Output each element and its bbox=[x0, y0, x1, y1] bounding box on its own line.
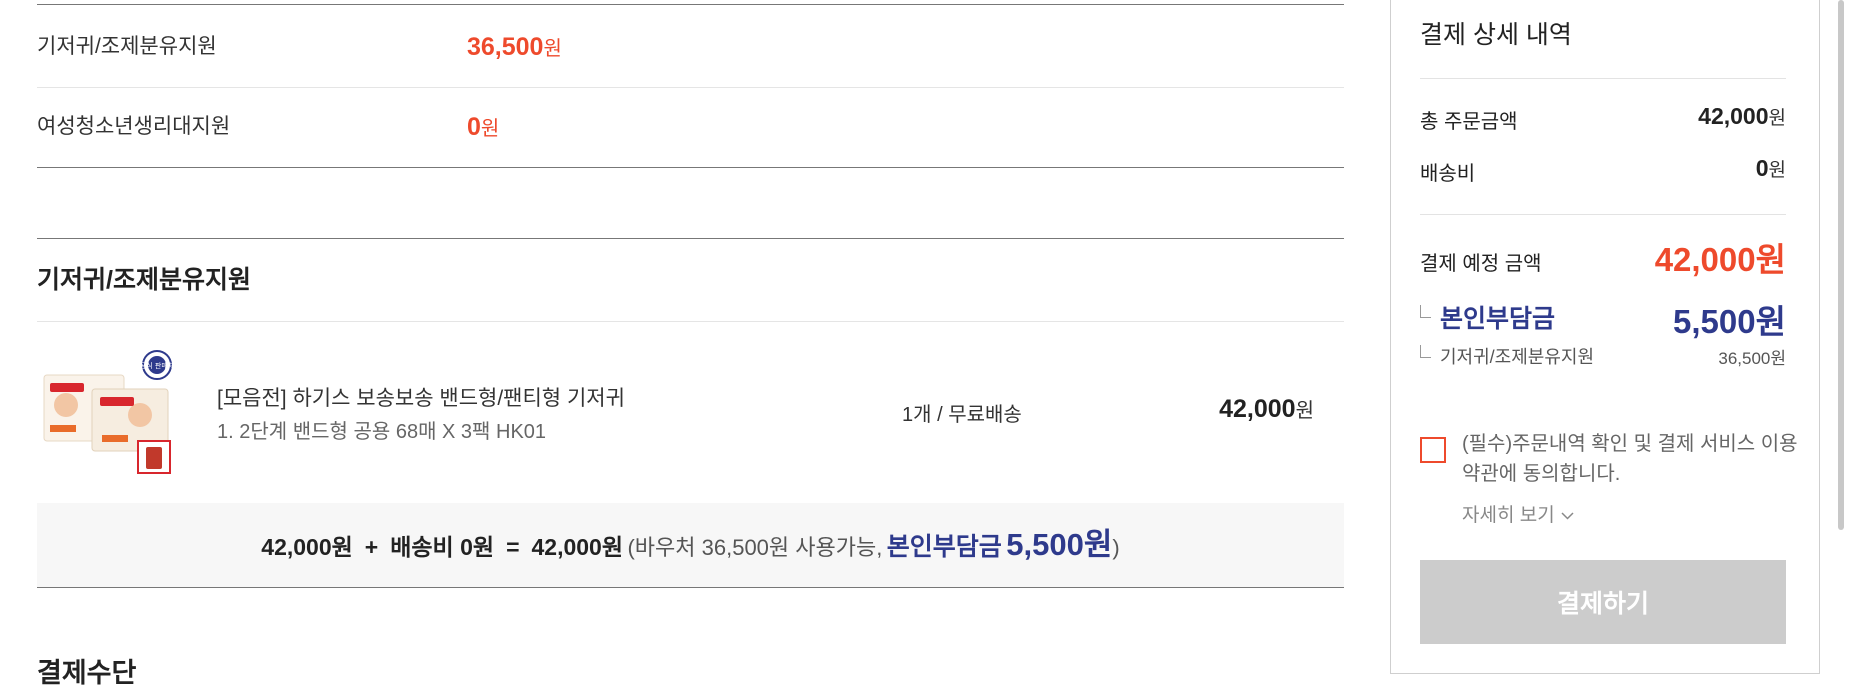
terms-detail-label: 자세히 보기 bbox=[1462, 505, 1555, 526]
order-total-label: 총 주문금액 bbox=[1420, 111, 1518, 133]
panel-title: 결제 상세 내역 bbox=[1420, 21, 1572, 49]
voucher-note: (바우처 36,500원 사용가능, bbox=[627, 535, 883, 560]
scrollbar[interactable] bbox=[1838, 0, 1844, 530]
order-content: 기저귀/조제분유지원 36,500원 여성청소년생리대지원 0원 기저귀/조제분… bbox=[37, 0, 1344, 687]
self-pay-row: 본인부담금 5,500원 bbox=[1420, 295, 1786, 340]
product-price: 42,000원 bbox=[1219, 395, 1314, 423]
divider bbox=[37, 167, 1344, 168]
support-breakdown-value: 36,500원 bbox=[1718, 349, 1786, 368]
divider bbox=[37, 4, 1344, 5]
self-pay-value: 5,500원 bbox=[1673, 303, 1786, 340]
support-label: 기저귀/조제분유지원 bbox=[37, 35, 217, 58]
self-pay-amount: 5,500원 bbox=[1006, 527, 1113, 562]
support-amount: 0원 bbox=[467, 113, 500, 141]
payment-detail-panel: 결제 상세 내역 총 주문금액 42,000원 배송비 0원 결제 예정 금액 … bbox=[1390, 0, 1820, 674]
branch-icon bbox=[1420, 305, 1431, 318]
product-name[interactable]: [모음전] 하기스 보송보송 밴드형/팬티형 기저귀 bbox=[217, 382, 625, 412]
official-badge-text: 공식 판매처 bbox=[140, 361, 172, 370]
support-breakdown-row: 기저귀/조제분유지원 36,500원 bbox=[1420, 343, 1786, 369]
divider bbox=[37, 587, 1344, 588]
shipping-row: 배송비 0원 bbox=[1420, 155, 1786, 185]
product-row: 공식 판매처 [모음전] 하기스 보송보송 밴드형/팬티형 기저귀 1. 2단계… bbox=[37, 322, 1344, 503]
order-total-row: 총 주문금액 42,000원 bbox=[1420, 103, 1786, 133]
expected-payment-value: 42,000원 bbox=[1654, 241, 1786, 278]
payment-method-heading: 결제수단 bbox=[37, 658, 137, 688]
divider bbox=[37, 238, 1344, 239]
divider bbox=[1420, 78, 1786, 79]
product-thumbnail[interactable]: 공식 판매처 bbox=[42, 347, 172, 477]
summary-total: 42,000원 bbox=[531, 534, 624, 560]
divider bbox=[1420, 214, 1786, 215]
summary-shipping: 배송비 0원 bbox=[390, 534, 495, 560]
plus-sign: + bbox=[364, 534, 379, 560]
self-pay-label: 본인부담금 bbox=[886, 533, 1002, 561]
equals-sign: = bbox=[506, 534, 520, 560]
product-option: 1. 2단계 밴드형 공용 68매 X 3팩 HK01 bbox=[217, 421, 547, 443]
support-row-sanitary: 여성청소년생리대지원 0원 bbox=[37, 87, 1344, 167]
support-breakdown-label: 기저귀/조제분유지원 bbox=[1440, 347, 1595, 367]
section-title: 기저귀/조제분유지원 bbox=[37, 266, 251, 294]
shipping-value: 0원 bbox=[1755, 155, 1786, 181]
self-pay-label: 본인부담금 bbox=[1440, 305, 1556, 333]
branch-icon bbox=[1420, 345, 1431, 358]
pay-button[interactable]: 결제하기 bbox=[1420, 560, 1786, 644]
agree-text[interactable]: (필수)주문내역 확인 및 결제 서비스 이용약관에 동의합니다. bbox=[1462, 429, 1802, 489]
expected-payment-row: 결제 예정 금액 42,000원 bbox=[1420, 233, 1786, 278]
support-label: 여성청소년생리대지원 bbox=[37, 115, 231, 138]
close-paren: ) bbox=[1112, 535, 1120, 560]
order-total-value: 42,000원 bbox=[1698, 103, 1786, 129]
product-qty-shipping: 1개 / 무료배송 bbox=[902, 404, 1022, 426]
support-amount: 36,500원 bbox=[467, 33, 562, 61]
summary-subtotal: 42,000원 bbox=[261, 534, 353, 560]
expected-payment-label: 결제 예정 금액 bbox=[1420, 253, 1542, 275]
support-row-diaper: 기저귀/조제분유지원 36,500원 bbox=[37, 7, 1344, 87]
shipping-label: 배송비 bbox=[1420, 163, 1476, 185]
price-summary-bar: 42,000원 + 배송비 0원 = 42,000원 (바우처 36,500원 사용가능… bbox=[37, 503, 1344, 587]
chevron-down-icon bbox=[1561, 512, 1574, 520]
agree-checkbox[interactable] bbox=[1420, 437, 1446, 463]
terms-detail-link[interactable]: 자세히 보기 bbox=[1462, 500, 1574, 527]
